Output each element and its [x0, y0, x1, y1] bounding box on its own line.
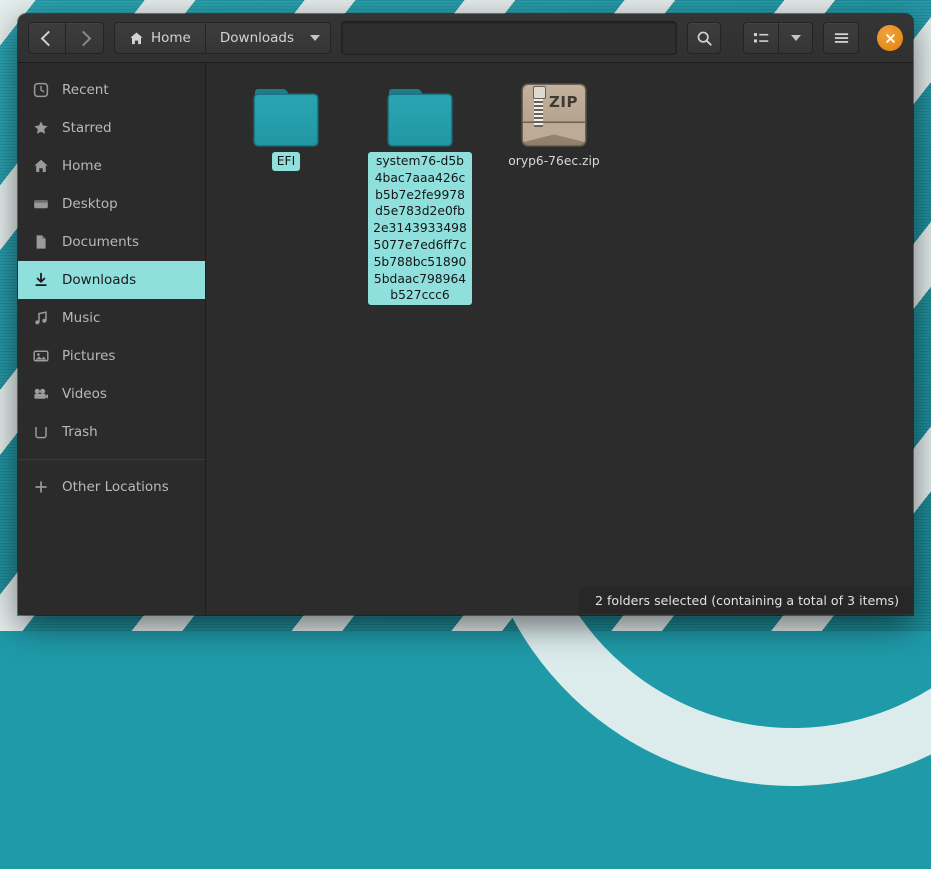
window-body: Recent Starred Home Desktop [18, 63, 913, 615]
star-icon [32, 120, 49, 137]
zipper-pull [533, 86, 546, 99]
picture-icon [32, 348, 49, 365]
music-icon [32, 310, 49, 327]
main-menu-button[interactable] [823, 22, 859, 54]
sidebar-label-desktop: Desktop [62, 196, 118, 212]
sidebar-item-starred[interactable]: Starred [18, 109, 205, 147]
sidebar-label-other-locations: Other Locations [62, 479, 169, 495]
view-options-dropdown-button[interactable] [779, 22, 813, 54]
folder-icon [255, 89, 317, 145]
folder-body [389, 95, 451, 145]
sidebar-item-other-locations[interactable]: Other Locations [18, 468, 205, 506]
file-grid-area[interactable]: EFI system76-d5b4bac7aaa426cb5b7e2fe9978… [206, 63, 913, 615]
zip-archive-icon: ZIP [523, 85, 585, 145]
sidebar-label-videos: Videos [62, 386, 107, 402]
sidebar-item-videos[interactable]: Videos [18, 375, 205, 413]
sidebar: Recent Starred Home Desktop [18, 63, 206, 615]
hamburger-menu-icon [833, 31, 850, 45]
sidebar-item-recent[interactable]: Recent [18, 71, 205, 109]
document-icon [32, 234, 49, 251]
folder-body [255, 95, 317, 145]
breadcrumb: Home Downloads [114, 22, 331, 54]
sidebar-item-trash[interactable]: Trash [18, 413, 205, 451]
sidebar-item-desktop[interactable]: Desktop [18, 185, 205, 223]
view-mode-button[interactable] [743, 22, 779, 54]
plus-icon [32, 479, 49, 496]
chevron-down-icon [310, 35, 320, 41]
sidebar-label-trash: Trash [62, 424, 98, 440]
clock-icon [32, 82, 49, 99]
file-label: system76-d5b4bac7aaa426cb5b7e2fe9978d5e7… [368, 152, 472, 305]
breadcrumb-label-downloads: Downloads [220, 30, 294, 46]
zip-flap [523, 123, 585, 145]
path-entry-field[interactable] [341, 21, 677, 55]
zip-badge-label: ZIP [549, 93, 578, 111]
forward-button[interactable] [66, 22, 104, 54]
file-manager-window: Home Downloads [18, 14, 913, 615]
close-icon [884, 32, 897, 45]
sidebar-label-downloads: Downloads [62, 272, 136, 288]
navigation-button-group [28, 22, 104, 54]
chevron-left-icon [41, 30, 57, 46]
file-item-oryp6-zip[interactable]: ZIP oryp6-76ec.zip [502, 81, 606, 171]
file-thumbnail [255, 81, 317, 145]
file-item-system76-hash[interactable]: system76-d5b4bac7aaa426cb5b7e2fe9978d5e7… [368, 81, 472, 305]
folder-icon [389, 89, 451, 145]
sidebar-divider [18, 459, 205, 460]
trash-icon [32, 424, 49, 441]
desktop-icon [32, 196, 49, 213]
sidebar-label-home: Home [62, 158, 102, 174]
file-grid: EFI system76-d5b4bac7aaa426cb5b7e2fe9978… [234, 81, 913, 305]
status-text: 2 folders selected (containing a total o… [595, 593, 899, 608]
download-icon [32, 272, 49, 289]
file-item-efi[interactable]: EFI [234, 81, 338, 171]
sidebar-item-pictures[interactable]: Pictures [18, 337, 205, 375]
list-view-icon [753, 31, 770, 46]
search-button[interactable] [687, 22, 721, 54]
sidebar-label-documents: Documents [62, 234, 139, 250]
chevron-right-icon [75, 30, 91, 46]
header-bar: Home Downloads [18, 14, 913, 63]
status-bar: 2 folders selected (containing a total o… [579, 586, 913, 615]
sidebar-item-documents[interactable]: Documents [18, 223, 205, 261]
video-icon [32, 386, 49, 403]
breadcrumb-item-downloads[interactable]: Downloads [206, 22, 331, 54]
sidebar-label-music: Music [62, 310, 100, 326]
file-label: EFI [272, 152, 300, 171]
file-thumbnail: ZIP [523, 81, 585, 145]
sidebar-item-home[interactable]: Home [18, 147, 205, 185]
chevron-down-icon [791, 35, 801, 41]
close-button[interactable] [877, 25, 903, 51]
home-icon [32, 158, 49, 175]
back-button[interactable] [28, 22, 66, 54]
sidebar-item-music[interactable]: Music [18, 299, 205, 337]
sidebar-item-downloads[interactable]: Downloads [18, 261, 205, 299]
breadcrumb-label-home: Home [151, 30, 191, 46]
view-mode-button-group [743, 22, 813, 54]
file-label: oryp6-76ec.zip [503, 152, 604, 171]
breadcrumb-item-home[interactable]: Home [114, 22, 206, 54]
search-icon [696, 30, 713, 47]
sidebar-label-starred: Starred [62, 120, 112, 136]
home-icon [129, 31, 144, 46]
sidebar-label-recent: Recent [62, 82, 109, 98]
sidebar-label-pictures: Pictures [62, 348, 115, 364]
file-thumbnail [389, 81, 451, 145]
